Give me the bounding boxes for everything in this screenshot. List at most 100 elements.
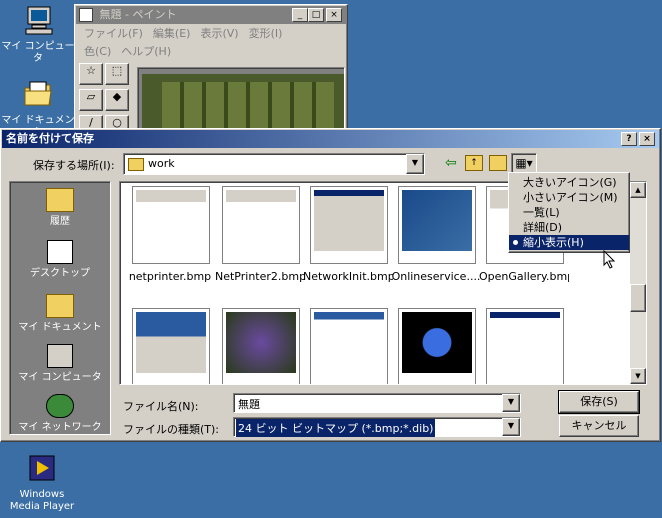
scroll-thumb[interactable] (630, 284, 646, 312)
filename-label: ファイル名(N): (123, 400, 199, 413)
menu-image[interactable]: 変形(I) (244, 25, 288, 43)
fill-tool[interactable]: ◆ (105, 89, 129, 111)
save-in-combo[interactable]: work ▼ (123, 153, 425, 175)
computer-icon (25, 6, 53, 35)
file-thumbnail[interactable] (310, 186, 388, 264)
places-label: マイ ネットワーク (18, 422, 102, 433)
places-my-network[interactable]: マイ ネットワーク (16, 394, 104, 433)
scroll-down-button[interactable]: ▼ (630, 368, 646, 384)
network-icon (46, 394, 74, 418)
maximize-button[interactable]: □ (308, 8, 324, 22)
folder-icon (128, 158, 144, 171)
file-thumbnail[interactable] (398, 186, 476, 264)
new-folder-icon[interactable] (489, 155, 507, 171)
thumb-image (402, 312, 472, 373)
thumb-image (314, 312, 384, 373)
menu-view[interactable]: 表示(V) (195, 25, 243, 43)
vertical-scrollbar[interactable]: ▲ ▼ (630, 182, 646, 384)
view-menu-button[interactable]: ▦▾ (511, 153, 537, 173)
save-in-label: 保存する場所(I): (33, 159, 115, 172)
thumb-image (136, 190, 206, 251)
file-thumbnail[interactable] (132, 186, 210, 264)
file-name[interactable]: netprinter.bmp (125, 270, 215, 283)
places-label: マイ ドキュメント (18, 322, 102, 333)
desktop-icon-my-computer[interactable]: マイ コンピュータ (0, 4, 76, 65)
menu-item-small-icons[interactable]: 小さいアイコン(M) (509, 190, 629, 205)
places-label: マイ コンピュータ (18, 372, 102, 383)
file-thumbnail[interactable] (486, 308, 564, 384)
close-button[interactable]: × (639, 132, 655, 146)
places-bar: 履歴 デスクトップ マイ ドキュメント マイ コンピュータ マイ ネットワーク (9, 181, 111, 435)
menu-file[interactable]: ファイル(F) (79, 25, 148, 43)
file-thumbnail[interactable] (132, 308, 210, 384)
file-thumbnail[interactable] (222, 186, 300, 264)
desktop-icon-media-player[interactable]: Windows Media Player (4, 452, 80, 513)
file-thumbnail[interactable] (222, 308, 300, 384)
select-tool[interactable]: ⬚ (105, 63, 129, 85)
places-desktop[interactable]: デスクトップ (16, 240, 104, 279)
radio-bullet-icon (513, 240, 518, 245)
thumb-image (226, 190, 296, 251)
minimize-button[interactable]: _ (292, 8, 308, 22)
file-name[interactable]: NetworkInit.bmp (303, 270, 393, 283)
file-thumbnail[interactable] (310, 308, 388, 384)
menu-help[interactable]: ヘルプ(H) (116, 43, 176, 61)
back-icon[interactable]: ⇦ (445, 155, 457, 171)
menu-item-label: 縮小表示(H) (523, 236, 584, 249)
thumb-image (314, 190, 384, 251)
history-icon (46, 188, 74, 212)
dialog-title: 名前を付けて保存 (6, 132, 94, 145)
file-name[interactable]: NetPrinter2.bmp (215, 270, 305, 283)
help-button[interactable]: ? (621, 132, 637, 146)
desktop-icon-label: マイ コンピュータ (1, 41, 75, 64)
paint-titlebar[interactable]: 無題 - ペイント _ □ × (76, 6, 346, 24)
places-history[interactable]: 履歴 (16, 188, 104, 227)
chevron-down-icon[interactable]: ▼ (406, 154, 424, 174)
paint-menubar: ファイル(F) 編集(E) 表示(V) 変形(I) 色(C) ヘルプ(H) (75, 25, 347, 61)
paint-window[interactable]: 無題 - ペイント _ □ × ファイル(F) 編集(E) 表示(V) 変形(I) 色… (74, 4, 348, 146)
menu-item-large-icons[interactable]: 大きいアイコン(G) (509, 175, 629, 190)
places-label: 履歴 (50, 216, 70, 227)
filename-value: 無題 (238, 398, 260, 411)
chevron-down-icon[interactable]: ▼ (502, 418, 520, 436)
places-my-documents[interactable]: マイ ドキュメント (16, 294, 104, 333)
dialog-titlebar[interactable]: 名前を付けて保存 ? × (2, 130, 659, 148)
filetype-label: ファイルの種類(T): (123, 423, 220, 436)
paint-title: 無題 - ペイント (99, 8, 177, 21)
file-thumbnail[interactable] (398, 308, 476, 384)
view-context-menu: 大きいアイコン(G) 小さいアイコン(M) 一覧(L) 詳細(D) 縮小表示(H… (508, 172, 630, 253)
filetype-select[interactable]: 24 ビット ビットマップ (*.bmp;*.dib) ▼ (233, 417, 521, 437)
free-select-tool[interactable]: ☆ (79, 63, 103, 85)
scroll-up-button[interactable]: ▲ (630, 182, 646, 198)
thumb-image (490, 312, 560, 373)
mouse-cursor-icon (603, 250, 616, 269)
close-button[interactable]: × (326, 8, 342, 22)
desktop-icon (47, 240, 73, 264)
file-name[interactable]: Onlineservice.... (391, 270, 481, 283)
menu-edit[interactable]: 編集(E) (148, 25, 196, 43)
filename-input[interactable]: 無題 ▼ (233, 393, 521, 413)
save-button[interactable]: 保存(S) (558, 390, 640, 414)
media-player-icon (29, 455, 55, 481)
menu-item-details[interactable]: 詳細(D) (509, 220, 629, 235)
thumb-image (402, 190, 472, 251)
documents-folder-icon (24, 81, 52, 106)
menu-item-thumbnails[interactable]: 縮小表示(H) (509, 235, 629, 250)
menu-item-list[interactable]: 一覧(L) (509, 205, 629, 220)
eraser-tool[interactable]: ▱ (79, 89, 103, 111)
places-label: デスクトップ (30, 268, 90, 279)
save-in-value: work (148, 157, 175, 170)
chevron-down-icon[interactable]: ▼ (502, 394, 520, 412)
cancel-button[interactable]: キャンセル (559, 415, 639, 437)
thumb-image (226, 312, 296, 373)
filetype-value: 24 ビット ビットマップ (*.bmp;*.dib) (236, 419, 436, 437)
menu-colors[interactable]: 色(C) (79, 43, 116, 61)
desktop-icon-label: Windows Media Player (9, 489, 75, 512)
thumb-image (136, 312, 206, 373)
paint-app-icon (79, 8, 93, 22)
places-my-computer[interactable]: マイ コンピュータ (16, 344, 104, 383)
documents-folder-icon (46, 294, 74, 318)
up-folder-icon[interactable]: ↑ (465, 155, 483, 171)
computer-icon (47, 344, 73, 368)
file-name[interactable]: OpenGallery.bmp (479, 270, 569, 283)
